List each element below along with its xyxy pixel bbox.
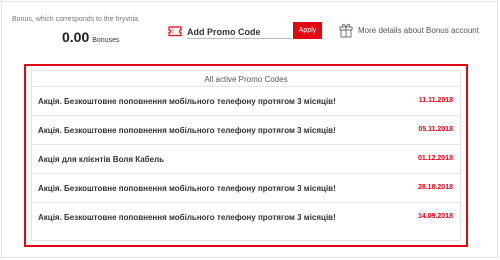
promo-code-date: 11.11.2018: [418, 97, 453, 104]
bonus-amount: 0.00: [62, 29, 90, 45]
promo-code-name: Акція. Безкоштовне поповнення мобільного…: [38, 126, 336, 135]
promo-code-date: 14.09.2018: [417, 213, 453, 220]
promo-code-date: 28.10.2018: [417, 184, 453, 191]
promo-code-date: 05.11.2018: [418, 126, 453, 133]
promo-code-name: Акція для клієнтів Воля Кабель: [38, 155, 165, 164]
promo-code-row[interactable]: Акція. Безкоштовне поповнення мобільного…: [32, 86, 460, 115]
bonus-card: Bonus, which corresponds to the hryvnia …: [1, 1, 498, 258]
promo-code-name: Акція. Безкоштовне поповнення мобільного…: [38, 213, 336, 222]
bonus-caption: Bonus, which corresponds to the hryvnia: [12, 16, 139, 23]
bonus-unit: Bonuses: [92, 37, 120, 44]
promo-code-row[interactable]: Акція. Безкоштовне поповнення мобільного…: [32, 202, 460, 231]
promo-codes-list: Акція. Безкоштовне поповнення мобільного…: [32, 86, 460, 231]
promo-codes-title: All active Promo Codes: [204, 75, 288, 84]
promo-code-input[interactable]: [187, 24, 291, 40]
promo-code-name: Акція. Безкоштовне поповнення мобільного…: [38, 184, 336, 193]
promo-code-name: Акція. Безкоштовне поповнення мобільного…: [38, 97, 336, 106]
promo-codes-list-container: All active Promo Codes Акція. Безкоштовн…: [31, 70, 461, 241]
promo-code-row[interactable]: Акція для клієнтів Воля Кабель 01.12.201…: [32, 144, 460, 173]
promo-codes-panel: All active Promo Codes Акція. Безкоштовн…: [24, 64, 468, 247]
gift-icon: [339, 23, 353, 38]
ticket-icon: [168, 26, 182, 37]
promo-code-row[interactable]: Акція. Безкоштовне поповнення мобільного…: [32, 173, 460, 202]
promo-code-date: 01.12.2018: [417, 155, 453, 162]
bonus-balance: 0.00 Bonuses: [62, 29, 120, 47]
apply-button[interactable]: Apply: [293, 22, 322, 39]
bonus-details-link[interactable]: More details about Bonus account: [358, 26, 479, 35]
promo-code-row[interactable]: Акція. Безкоштовне поповнення мобільного…: [32, 115, 460, 144]
promo-code-field[interactable]: [187, 22, 291, 40]
